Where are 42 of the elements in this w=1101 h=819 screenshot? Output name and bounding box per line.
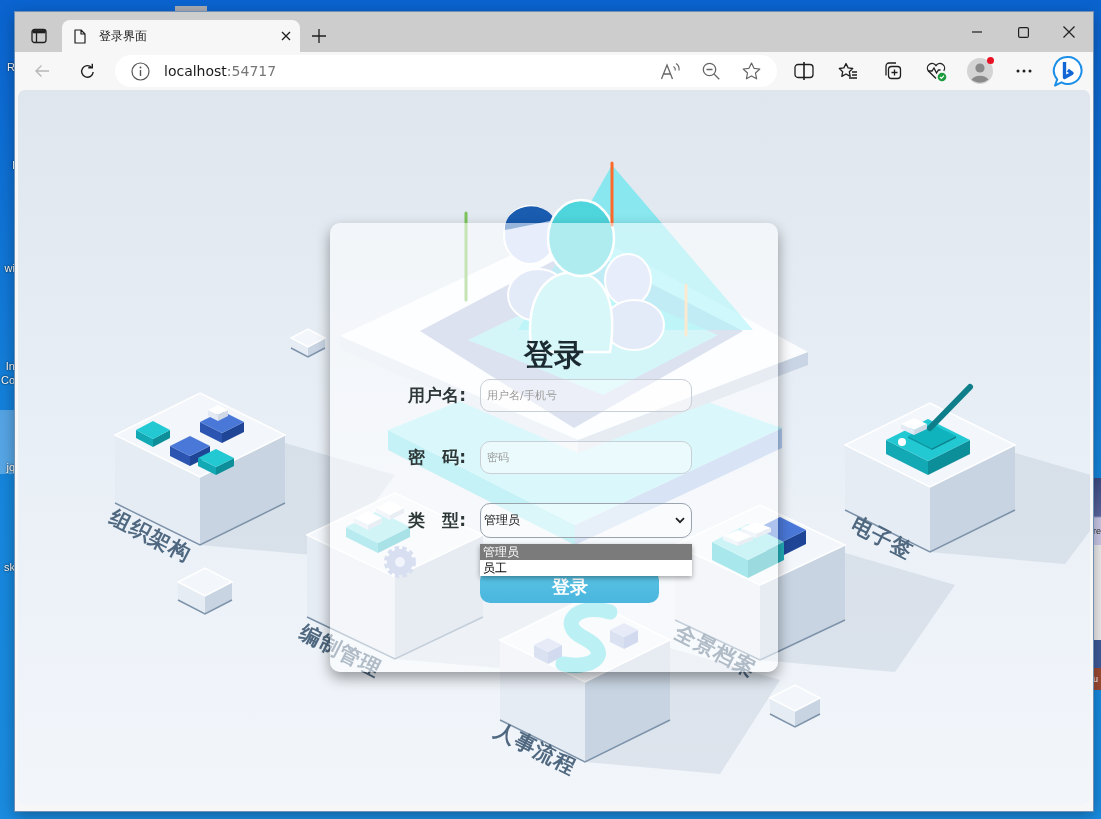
illustration-label: 编制管理 <box>295 620 386 682</box>
refresh-icon <box>78 62 96 80</box>
favorites-list-icon <box>838 62 858 80</box>
illustration-label: 电子签 <box>847 512 918 564</box>
tab-actions-icon <box>31 28 47 44</box>
browser-tab[interactable]: 登录界面 <box>62 20 300 52</box>
chat-bubble-icon <box>1052 55 1084 87</box>
desktop-icon[interactable]: I <box>0 158 15 172</box>
desktop-icon[interactable]: R <box>0 60 15 74</box>
illustration-label: 组织架构 <box>105 505 196 567</box>
desktop-icon[interactable]: jq <box>0 410 15 474</box>
plus-icon <box>312 29 326 43</box>
url-text: localhost:54717 <box>164 63 277 79</box>
close-icon <box>1063 26 1075 38</box>
close-icon <box>281 31 291 41</box>
page-icon <box>74 28 86 44</box>
field-label: 用户名: <box>407 384 466 407</box>
star-icon <box>741 62 761 80</box>
chevron-down-icon <box>675 517 685 524</box>
avatar-icon <box>967 58 993 84</box>
field-label: 类 型: <box>407 509 466 532</box>
split-screen-icon <box>794 62 814 80</box>
field-label: 密 码: <box>407 446 466 469</box>
minimize-icon <box>972 31 982 33</box>
address-bar[interactable]: localhost:54717 <box>115 55 777 87</box>
username-field[interactable]: 用户名/手机号 <box>480 379 692 412</box>
type-dropdown[interactable]: 管理员 <box>480 503 692 538</box>
password-field[interactable]: 密码 <box>480 441 692 474</box>
dropdown-option[interactable]: 管理员 <box>480 544 692 560</box>
heart-pulse-icon <box>925 60 947 82</box>
maximize-icon <box>1017 26 1029 38</box>
more-icon <box>1016 69 1032 73</box>
illustration-label: 全景档案 <box>670 620 761 682</box>
illustration-label: 人事流程 <box>490 718 581 780</box>
zoom-out-icon <box>702 62 720 80</box>
read-aloud-icon <box>660 62 682 80</box>
login-title: 登录 <box>522 336 585 374</box>
desktop-icon[interactable]: sk <box>0 560 15 574</box>
info-icon <box>131 61 150 81</box>
collections-icon <box>882 61 902 81</box>
desktop-icon[interactable]: wi <box>0 261 15 275</box>
background-window-edge <box>175 6 207 11</box>
